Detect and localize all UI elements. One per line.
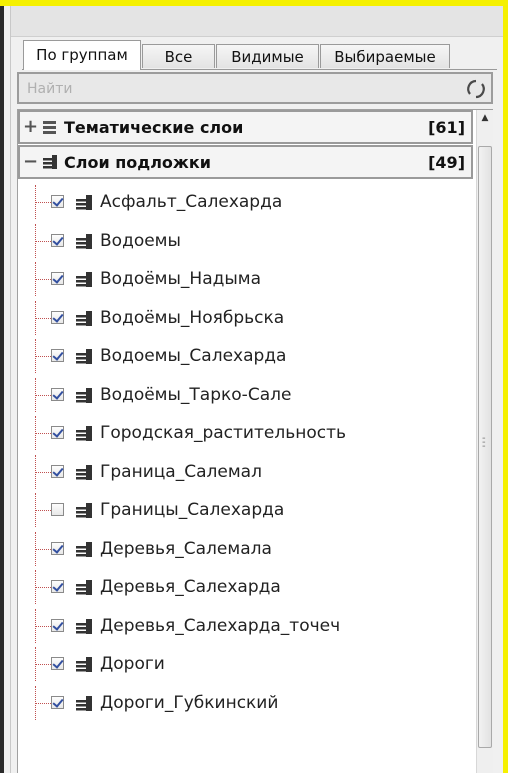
search-input[interactable] [25, 78, 439, 100]
layer-name: Граница_Салемал [100, 461, 262, 482]
tab-visible[interactable]: Видимые [216, 44, 319, 68]
visibility-checkbox[interactable] [51, 618, 64, 632]
layer-item[interactable]: Дороги_Губкинский [18, 685, 473, 720]
layer-item[interactable]: Асфальт_Салехарда [18, 185, 473, 219]
tree-connector [35, 510, 51, 511]
layer-icon [76, 349, 92, 364]
layer-icon [76, 426, 92, 441]
group-thematic-layers[interactable]: + Тематические слои [61] [18, 110, 473, 144]
layer-item[interactable]: Водоемы_Салехарда [18, 339, 473, 373]
search-box [17, 72, 493, 104]
splitter[interactable] [4, 6, 11, 773]
tree-connector [35, 394, 51, 396]
group-basemap-layers[interactable]: − Слои подложки [49] [18, 145, 473, 179]
layer-icon [76, 195, 92, 210]
layer-name: Асфальт_Салехарда [100, 192, 283, 212]
visibility-checkbox[interactable] [51, 233, 64, 247]
layer-item[interactable]: Граница_Салемал [18, 454, 473, 489]
visibility-checkbox[interactable] [51, 272, 64, 285]
layer-item[interactable]: Водоемы [18, 223, 473, 258]
layer-icon [76, 503, 92, 518]
visibility-checkbox[interactable] [51, 580, 64, 593]
tree-connector [35, 202, 51, 203]
visibility-checkbox[interactable] [51, 695, 64, 709]
layer-item[interactable]: Городская_растительность [18, 416, 473, 450]
grip-icon: ‐ ‐ ‐ [482, 433, 486, 452]
layer-name: Водоёмы_Тарко-Сале [100, 384, 292, 405]
layer-name: Деревья_Салемала [100, 538, 272, 559]
visibility-checkbox[interactable] [51, 541, 64, 555]
visibility-checkbox[interactable] [51, 349, 64, 362]
panel-header-bar [11, 6, 503, 37]
expand-plus-icon[interactable]: + [23, 116, 38, 137]
group-name: Тематические слои [64, 118, 244, 137]
visibility-checkbox[interactable] [51, 310, 64, 324]
tree-connector [35, 433, 51, 434]
visibility-checkbox[interactable] [51, 503, 64, 516]
layer-item[interactable]: Дороги [18, 647, 473, 681]
layer-icon [76, 233, 92, 249]
tab-by-groups[interactable]: По группам [23, 40, 141, 70]
layer-name: Деревья_Салехарда_точеч [100, 615, 341, 636]
layer-item[interactable]: Деревья_Салехарда_точеч [18, 608, 473, 643]
tab-selectable[interactable]: Выбираемые [320, 44, 450, 68]
layer-item[interactable]: Водоёмы_Ноябрьска [18, 300, 473, 335]
layer-item[interactable]: Границы_Салехарда [18, 493, 473, 527]
layer-icon [76, 580, 92, 595]
vertical-scrollbar[interactable]: ▲ ‐ ‐ ‐ [476, 110, 493, 773]
layer-name: Водоёмы_Ноябрьска [100, 307, 285, 328]
tree-connector [35, 702, 51, 704]
tab-all[interactable]: Все [142, 44, 215, 68]
layer-icon [76, 695, 92, 711]
tree-connector [35, 625, 51, 627]
group-count: [61] [428, 118, 465, 137]
visibility-checkbox[interactable] [51, 657, 64, 670]
tree-connector [35, 587, 51, 588]
visibility-checkbox[interactable] [51, 464, 64, 478]
layer-icon [76, 310, 92, 326]
layers-icon [43, 121, 56, 134]
tree-connector [35, 240, 51, 242]
collapse-minus-icon[interactable]: − [23, 151, 38, 172]
tree-connector [35, 548, 51, 550]
visibility-checkbox[interactable] [51, 426, 64, 439]
layer-name: Деревья_Салехарда [100, 577, 281, 597]
layer-icon [76, 272, 92, 287]
layers-icon [43, 155, 57, 169]
refresh-icon[interactable] [465, 78, 487, 100]
tree-connector [35, 356, 51, 357]
layer-icon [76, 618, 92, 634]
tree-connector [35, 471, 51, 473]
layer-name: Водоемы_Салехарда [100, 346, 287, 366]
layer-name: Дороги [100, 654, 165, 674]
layer-item[interactable]: Водоёмы_Надыма [18, 262, 473, 296]
layer-tree: + Тематические слои [61] − Слои подложки… [17, 109, 493, 773]
layer-name: Водоёмы_Надыма [100, 269, 262, 289]
scroll-up-arrow-icon[interactable]: ▲ [477, 110, 493, 127]
layer-icon [76, 657, 92, 672]
window-frame-right [503, 0, 508, 773]
layer-icon [76, 387, 92, 403]
group-name: Слои подложки [64, 153, 211, 172]
visibility-checkbox[interactable] [51, 195, 64, 208]
layer-icon [76, 541, 92, 557]
visibility-checkbox[interactable] [51, 387, 64, 401]
layer-name: Дороги_Губкинский [100, 692, 279, 713]
layer-item[interactable]: Деревья_Салехарда [18, 570, 473, 604]
tree-connector [35, 279, 51, 280]
layer-icon [76, 464, 92, 480]
layer-name: Водоемы [100, 230, 181, 251]
tree-connector [35, 664, 51, 665]
scrollbar-thumb[interactable]: ‐ ‐ ‐ [478, 146, 492, 748]
layer-name: Границы_Салехарда [100, 500, 285, 520]
layer-name: Городская_растительность [100, 423, 347, 443]
layer-item[interactable]: Водоёмы_Тарко-Сале [18, 377, 473, 412]
tree-connector [35, 317, 51, 319]
group-count: [49] [428, 153, 465, 172]
layer-item[interactable]: Деревья_Салемала [18, 531, 473, 566]
